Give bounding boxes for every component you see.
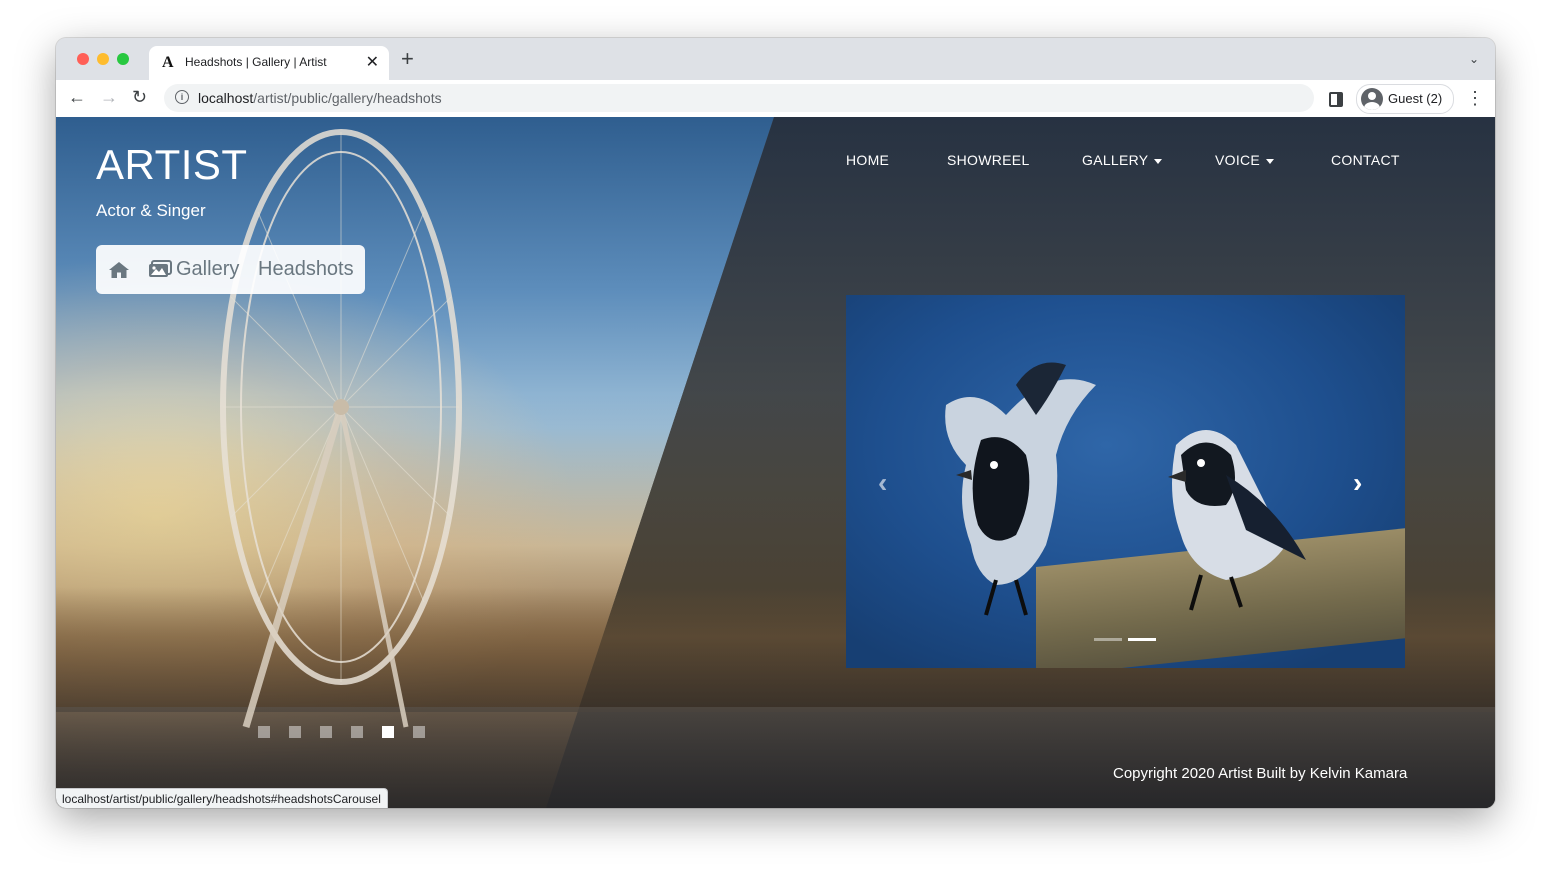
url-text[interactable]: localhost/artist/public/gallery/headshot… xyxy=(198,90,442,106)
carousel-next-button[interactable]: › xyxy=(1353,467,1362,499)
caret-down-icon xyxy=(1154,158,1163,164)
breadcrumb: Gallery Headshots xyxy=(96,245,365,294)
breadcrumb-gallery-link[interactable]: Gallery xyxy=(176,258,239,281)
reload-button[interactable]: ↻ xyxy=(132,86,147,108)
caret-down-icon xyxy=(1266,158,1275,164)
slide-indicator[interactable] xyxy=(413,726,425,738)
slide-indicator[interactable] xyxy=(289,726,301,738)
profile-label: Guest (2) xyxy=(1388,91,1443,106)
home-icon[interactable] xyxy=(108,260,130,280)
nav-voice-label: VOICE xyxy=(1215,152,1261,168)
tab-strip: A Headshots | Gallery | Artist ✕ + ⌄ xyxy=(56,38,1495,80)
slide-indicator-active[interactable] xyxy=(382,726,394,738)
nav-contact[interactable]: CONTACT xyxy=(1331,152,1400,168)
tab-title: Headshots | Gallery | Artist xyxy=(185,55,327,69)
avatar-icon xyxy=(1361,88,1383,110)
site-brand[interactable]: ARTIST xyxy=(96,141,248,189)
carousel-prev-button[interactable]: ‹ xyxy=(878,467,887,499)
breadcrumb-current: Headshots xyxy=(258,258,354,280)
nav-home[interactable]: HOME xyxy=(846,152,889,168)
site-info-icon[interactable]: i xyxy=(175,90,189,104)
address-bar[interactable]: i localhost/artist/public/gallery/headsh… xyxy=(164,84,1314,112)
carousel-indicator[interactable] xyxy=(1094,638,1122,641)
headshots-carousel: ‹ › xyxy=(846,295,1405,668)
carousel-slide-image xyxy=(945,362,1306,616)
forward-button[interactable]: → xyxy=(100,86,118,108)
nav-voice-dropdown[interactable]: VOICE xyxy=(1215,152,1275,168)
favicon-icon: A xyxy=(162,54,174,71)
profile-button[interactable]: Guest (2) xyxy=(1356,84,1454,114)
side-panel-icon[interactable] xyxy=(1329,92,1343,107)
carousel-indicator-active[interactable] xyxy=(1128,638,1156,641)
ferris-wheel-illustration xyxy=(220,129,462,728)
link-status-bar: localhost/artist/public/gallery/headshot… xyxy=(56,788,388,808)
back-button[interactable]: ← xyxy=(68,86,86,108)
window-maximize-button[interactable] xyxy=(117,53,129,65)
browser-toolbar: ← → ↻ i localhost/artist/public/gallery/… xyxy=(56,80,1495,118)
tab-search-chevron-icon[interactable]: ⌄ xyxy=(1469,52,1479,66)
window-minimize-button[interactable] xyxy=(97,53,109,65)
nav-gallery-label: GALLERY xyxy=(1082,152,1149,168)
tab-close-icon[interactable]: ✕ xyxy=(366,52,379,72)
browser-window: A Headshots | Gallery | Artist ✕ + ⌄ ← →… xyxy=(56,38,1495,808)
slide-indicator[interactable] xyxy=(258,726,270,738)
footer-copyright: Copyright 2020 Artist Built by Kelvin Ka… xyxy=(1113,765,1408,782)
slide-indicator[interactable] xyxy=(351,726,363,738)
nav-showreel[interactable]: SHOWREEL xyxy=(947,152,1030,168)
new-tab-button[interactable]: + xyxy=(401,48,414,70)
nav-gallery-dropdown[interactable]: GALLERY xyxy=(1082,152,1163,168)
browser-menu-icon[interactable]: ⋮ xyxy=(1466,87,1484,109)
site-tagline: Actor & Singer xyxy=(96,201,206,220)
url-host: localhost xyxy=(198,90,254,106)
images-icon xyxy=(149,260,172,277)
page-viewport: ARTIST Actor & Singer Gallery Headshots … xyxy=(56,117,1495,808)
slide-indicator[interactable] xyxy=(320,726,332,738)
browser-tab[interactable]: A Headshots | Gallery | Artist ✕ xyxy=(149,46,389,80)
window-close-button[interactable] xyxy=(77,53,89,65)
url-path: /artist/public/gallery/headshots xyxy=(253,90,442,106)
